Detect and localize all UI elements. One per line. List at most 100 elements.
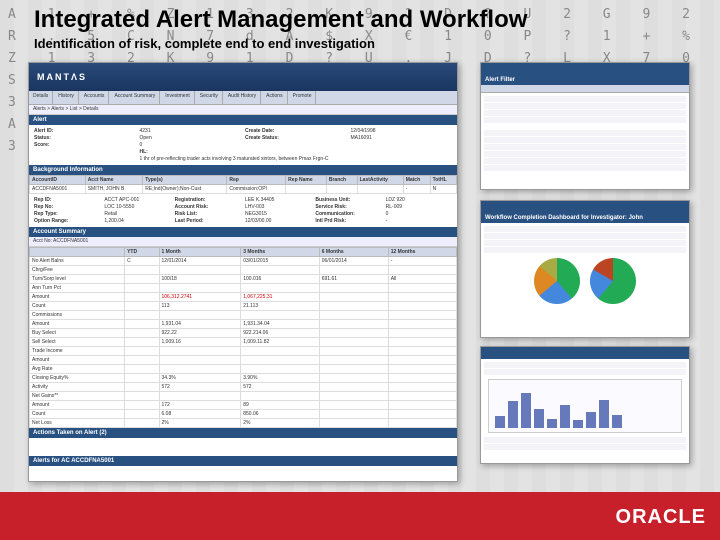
app-header: MANTΛS: [29, 63, 457, 91]
val-hl: 1 thr of pre-reflecting trader acts invo…: [140, 156, 453, 162]
oracle-logo: ORACLE: [616, 506, 706, 529]
tab-history[interactable]: History: [54, 91, 79, 104]
th-5: Branch: [326, 176, 357, 185]
section-background: Background Information: [29, 165, 457, 175]
th-7: Match: [403, 176, 430, 185]
title-block: Integrated Alert Management and Workflow…: [34, 6, 527, 51]
th-8: TotHL: [430, 176, 456, 185]
slide-subtitle: Identification of risk, complete end to …: [34, 36, 527, 51]
bar-chart: [488, 379, 682, 433]
table-row: Net Loss2%2%: [30, 419, 457, 428]
bar: [495, 416, 505, 428]
tab-account-summary[interactable]: Account Summary: [110, 91, 160, 104]
list-item: [484, 240, 686, 246]
val-create-date: 12/04/1998: [351, 128, 453, 134]
lbl-status: Status:: [34, 135, 136, 141]
footer-bar: ORACLE: [0, 492, 720, 540]
tab-audit[interactable]: Audit History: [224, 91, 261, 104]
list-item: [484, 369, 686, 375]
list-item: [484, 103, 686, 109]
lbl-create-status: Create Status:: [245, 135, 347, 141]
bar: [534, 409, 544, 428]
section-actions: Actions Taken on Alert (2): [29, 428, 457, 438]
table-row: Amount1,931.041,931.34.04: [30, 320, 457, 329]
bar: [560, 405, 570, 428]
tab-investment[interactable]: Investment: [161, 91, 194, 104]
list-item: [484, 137, 686, 143]
list-item: [484, 165, 686, 171]
mini-toolbar: [481, 85, 689, 93]
side1-body: [481, 93, 689, 175]
lbl-score: Score:: [34, 142, 136, 148]
summary-acct: Acct No: ACCDFNA5001: [29, 237, 457, 247]
list-item: [484, 247, 686, 253]
detail-grid: Rep ID:ACCT APC-001 Registration:LEE K.3…: [29, 194, 457, 227]
table-row: Amount106,312.27411,067,225.31: [30, 293, 457, 302]
th-3: Rep: [227, 176, 286, 185]
side-screenshot-3: [480, 346, 690, 464]
tab-accounts[interactable]: Accounts: [80, 91, 110, 104]
table-row: Avg Rate: [30, 365, 457, 374]
list-item: [484, 110, 686, 116]
tab-actions[interactable]: Actions: [262, 91, 287, 104]
table-row: Buy Select922.22922.214.06: [30, 329, 457, 338]
mini-header: [481, 201, 689, 213]
section-summary: Account Summary: [29, 227, 457, 237]
pie-chart-right: [590, 258, 636, 304]
table-row: Closing Equity%34.3%3.90%: [30, 374, 457, 383]
side3-body: [481, 359, 689, 454]
list-item: [484, 362, 686, 368]
main-screenshot: MANTΛS Details History Accounts Account …: [28, 62, 458, 482]
table-row: Activity572572: [30, 383, 457, 392]
table-row: Count11321.113: [30, 302, 457, 311]
th-4: Rep Name: [286, 176, 327, 185]
table-row: Net Gains**: [30, 392, 457, 401]
tab-row: Details History Accounts Account Summary…: [29, 91, 457, 105]
table-row: Ann Turn Pct: [30, 284, 457, 293]
list-item: [484, 158, 686, 164]
table-row: Amount17289: [30, 401, 457, 410]
slide-title: Integrated Alert Management and Workflow: [34, 6, 527, 34]
side-screenshot-1: Alert Filter: [480, 62, 690, 190]
table-row: Trade Income: [30, 347, 457, 356]
table-row: Sell Select1,009.161,009.11.82: [30, 338, 457, 347]
th-2: Type(s): [143, 176, 227, 185]
list-item: [484, 151, 686, 157]
bar: [521, 393, 531, 428]
table-row: Count6.08850.06: [30, 410, 457, 419]
app-logo: MANTΛS: [37, 72, 87, 82]
list-item: [484, 96, 686, 102]
tab-details[interactable]: Details: [29, 91, 53, 104]
lbl-alert-id: Alert ID:: [34, 128, 136, 134]
side2-title: Workflow Completion Dashboard for Invest…: [481, 213, 689, 223]
table-row: Chrg/Fee: [30, 266, 457, 275]
lbl-create-date: Create Date:: [245, 128, 347, 134]
pie-chart-left: [534, 258, 580, 304]
bar: [573, 420, 583, 428]
val-status: Open: [140, 135, 242, 141]
list-item: [484, 130, 686, 136]
section-alerts: Alerts for AC ACCDFNA5001: [29, 456, 457, 466]
list-item: [484, 226, 686, 232]
alert-header: Alert: [29, 115, 457, 125]
val-create-status: MA16091: [351, 135, 453, 141]
background-table: AccountID Acct Name Type(s) Rep Rep Name…: [29, 175, 457, 194]
summary-table: YTD1 Month3 Months6 Months12 MonthsNo Al…: [29, 247, 457, 428]
tab-promote[interactable]: Promote: [289, 91, 317, 104]
bar: [612, 415, 622, 428]
val-alert-id: 4231: [140, 128, 242, 134]
tab-security[interactable]: Security: [196, 91, 223, 104]
list-item: [484, 437, 686, 443]
lbl-hl: HL:: [140, 149, 242, 155]
list-item: [484, 117, 686, 123]
th-6: LastActivity: [357, 176, 403, 185]
mini-header: [481, 347, 689, 359]
breadcrumb: Alerts > Alerts > List > Details: [29, 105, 457, 115]
table-row: Turn/Sorp level100/18100.016691.61All: [30, 275, 457, 284]
th-0: AccountID: [30, 176, 86, 185]
bar: [508, 401, 518, 428]
th-1: Acct Name: [85, 176, 143, 185]
val-score: 0: [140, 142, 242, 148]
table-row: ACCDFNA5001 SMITH, JOHN B RE;Ind(Owner);…: [30, 185, 457, 194]
table-row: Amount: [30, 356, 457, 365]
